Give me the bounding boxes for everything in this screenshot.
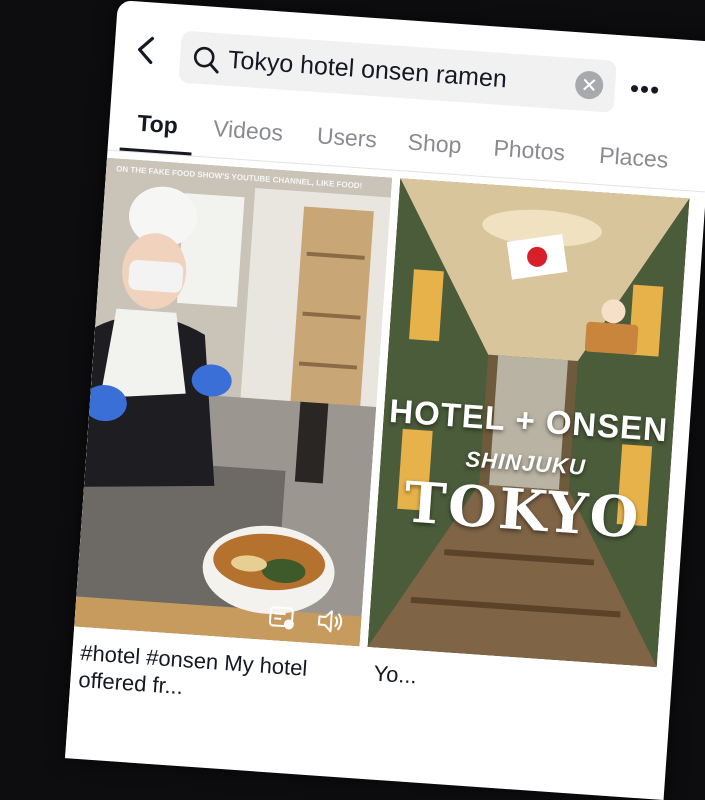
more-icon: ••• [629,72,661,105]
video-caption-2[interactable]: Yo... [373,660,650,706]
video-card-2[interactable]: HOTEL + ONSEN SHINJUKU TOKYO Yo... [358,178,689,797]
clear-icon: ✕ [580,72,598,98]
search-results-screen: Tokyo hotel onsen ramen ✕ ••• Top Videos… [65,0,705,800]
tab-videos[interactable]: Videos [212,115,284,147]
video-thumbnail-2[interactable]: HOTEL + ONSEN SHINJUKU TOKYO [367,178,689,667]
tab-shop[interactable]: Shop [407,129,462,160]
tab-top[interactable]: Top [137,110,179,140]
search-icon [191,44,221,74]
kitchen-scene-image [74,158,392,647]
more-options-button[interactable]: ••• [624,68,667,111]
tab-users[interactable]: Users [316,122,378,153]
tab-photos[interactable]: Photos [493,135,566,167]
video-card-1[interactable]: ON THE FAKE FOOD SHOW'S YOUTUBE CHANNEL,… [65,158,392,776]
search-input[interactable]: Tokyo hotel onsen ramen [227,46,508,94]
video-thumbnail-1[interactable]: ON THE FAKE FOOD SHOW'S YOUTUBE CHANNEL,… [74,158,392,647]
video-caption-1[interactable]: #hotel #onsen My hotel offered fr... [78,639,353,712]
back-button[interactable] [127,29,164,71]
clear-search-button[interactable]: ✕ [574,70,604,100]
caption-icon[interactable] [266,602,298,634]
search-bar[interactable]: Tokyo hotel onsen ramen ✕ [178,31,617,113]
tab-places[interactable]: Places [598,142,669,174]
sound-icon[interactable] [314,605,346,637]
back-arrow-icon [135,34,157,65]
